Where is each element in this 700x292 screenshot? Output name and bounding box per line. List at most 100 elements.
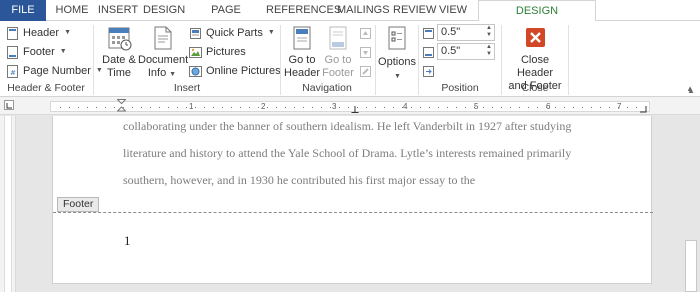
body-text-line: literature and history to attend the Yal… bbox=[123, 146, 572, 160]
ruler-tick bbox=[249, 107, 250, 108]
chevron-down-icon: ▼ bbox=[167, 71, 177, 78]
options-button[interactable]: Options ▼ bbox=[378, 25, 416, 83]
date-time-button[interactable]: Date & Time bbox=[100, 25, 138, 80]
ruler-tick bbox=[78, 107, 79, 108]
svg-text:#: # bbox=[10, 69, 16, 77]
header-from-top-input[interactable]: 0.5" ▲ ▼ bbox=[437, 24, 495, 41]
ruler-tick bbox=[564, 107, 565, 108]
ribbon: Header ▼ Footer ▼ # Page Number ▼ Header & … bbox=[0, 21, 700, 97]
footer-position-icon-wrap bbox=[422, 43, 435, 61]
ruler-tick bbox=[456, 107, 457, 108]
ruler-tick bbox=[537, 107, 538, 108]
ruler-tick bbox=[492, 107, 493, 108]
ruler-tick bbox=[132, 107, 133, 108]
tab-home[interactable]: HOME bbox=[52, 0, 92, 21]
ruler-tick bbox=[141, 107, 142, 108]
quick-parts-icon bbox=[189, 27, 202, 40]
group-label-navigation: Navigation bbox=[302, 82, 352, 94]
ruler-tick bbox=[600, 107, 601, 108]
ruler-tick bbox=[627, 107, 628, 108]
ruler-tick bbox=[573, 107, 574, 108]
pictures-button[interactable]: Pictures bbox=[189, 43, 246, 61]
group-separator bbox=[375, 25, 376, 95]
go-to-footer-label-2: Footer bbox=[322, 67, 354, 79]
footer-button[interactable]: Footer ▼ bbox=[6, 43, 67, 61]
ruler-tick bbox=[294, 107, 295, 108]
scroll-up-icon[interactable]: ▲ bbox=[684, 86, 698, 98]
ruler-tick bbox=[528, 107, 529, 108]
tab-view[interactable]: VIEW bbox=[436, 0, 470, 21]
pictures-label: Pictures bbox=[206, 46, 246, 58]
header-button[interactable]: Header ▼ bbox=[6, 24, 71, 42]
page-number-label: Page Number bbox=[23, 65, 91, 77]
tab-page-layout[interactable]: PAGE LAYOUT bbox=[190, 0, 262, 37]
left-indent-marker[interactable] bbox=[116, 99, 127, 116]
ruler-tick bbox=[222, 107, 223, 108]
footer-page-number[interactable]: 1 bbox=[124, 233, 131, 249]
ruler-tick bbox=[618, 107, 619, 108]
tab-design[interactable]: DESIGN bbox=[143, 0, 185, 21]
ruler-tick bbox=[303, 107, 304, 108]
tab-review[interactable]: REVIEW bbox=[393, 0, 436, 21]
vertical-ruler bbox=[0, 116, 16, 292]
tab-insert[interactable]: INSERT bbox=[97, 0, 139, 21]
footer-label: Footer bbox=[23, 46, 55, 58]
ruler-tick bbox=[114, 107, 115, 108]
body-text-line: southern, however, and in 1930 he contri… bbox=[123, 173, 476, 187]
tab-mailings[interactable]: MAILINGS bbox=[337, 0, 390, 21]
link-to-previous-button[interactable] bbox=[359, 62, 372, 80]
spin-arrows-icon[interactable]: ▲ ▼ bbox=[486, 44, 492, 58]
header-icon bbox=[6, 26, 19, 40]
document-page[interactable]: collaborating under the banner of southe… bbox=[52, 116, 653, 284]
group-label-position: Position bbox=[441, 82, 479, 94]
ruler-tick bbox=[555, 107, 556, 108]
tab-file[interactable]: FILE bbox=[0, 0, 46, 21]
document-info-button[interactable]: Document Info ▼ bbox=[138, 25, 189, 81]
ruler-tick bbox=[69, 107, 70, 108]
page-number-button[interactable]: # Page Number ▼ bbox=[6, 62, 103, 80]
vertical-scrollbar-thumb[interactable] bbox=[685, 240, 697, 292]
ruler-tick bbox=[582, 107, 583, 108]
footer-from-bottom-input[interactable]: 0.5" ▲ ▼ bbox=[437, 43, 495, 60]
footer-from-bottom-value: 0.5" bbox=[441, 45, 461, 57]
ruler-tick bbox=[150, 107, 151, 108]
next-section-button[interactable] bbox=[359, 43, 372, 61]
chevron-down-icon: ▼ bbox=[59, 48, 67, 55]
ruler-tick bbox=[204, 107, 205, 108]
insert-alignment-tab-button[interactable] bbox=[422, 62, 435, 80]
spin-arrows-icon[interactable]: ▲ ▼ bbox=[486, 25, 492, 39]
go-to-header-button[interactable]: Go to Header bbox=[284, 25, 320, 80]
ruler-tick bbox=[267, 107, 268, 108]
ruler-tick bbox=[195, 107, 196, 108]
quick-parts-label: Quick Parts bbox=[206, 27, 263, 39]
online-pictures-icon bbox=[189, 65, 202, 78]
footer-tag: Footer bbox=[57, 197, 100, 212]
ruler-tick bbox=[438, 107, 439, 108]
ruler-tick bbox=[87, 107, 88, 108]
group-separator bbox=[568, 25, 569, 95]
go-to-footer-button[interactable]: Go to Footer bbox=[320, 25, 356, 80]
online-pictures-button[interactable]: Online Pictures bbox=[189, 62, 281, 80]
picture-icon bbox=[189, 46, 202, 59]
ruler-tick bbox=[339, 107, 340, 108]
ruler-tick bbox=[60, 107, 61, 108]
header-label: Header bbox=[23, 27, 60, 39]
go-to-header-icon bbox=[288, 25, 316, 51]
document-info-label-1: Document bbox=[138, 54, 189, 66]
ruler-number: 4 bbox=[403, 102, 408, 111]
ruler-tick bbox=[186, 107, 187, 108]
ruler-tick bbox=[429, 107, 430, 108]
tab-header-footer-design[interactable]: DESIGN bbox=[478, 0, 596, 22]
tab-selector[interactable] bbox=[4, 100, 14, 110]
go-to-footer-icon bbox=[324, 25, 352, 51]
ruler-tick bbox=[420, 107, 421, 108]
tab-references[interactable]: REFERENCES bbox=[266, 0, 341, 21]
ruler-tick bbox=[240, 107, 241, 108]
close-icon bbox=[521, 25, 549, 51]
quick-parts-button[interactable]: Quick Parts ▼ bbox=[189, 24, 275, 42]
group-label-header-footer: Header & Footer bbox=[7, 82, 85, 94]
ruler-tick bbox=[402, 107, 403, 108]
header-from-top-value: 0.5" bbox=[441, 26, 461, 38]
ruler-tick bbox=[348, 107, 349, 108]
previous-section-button[interactable] bbox=[359, 24, 372, 42]
